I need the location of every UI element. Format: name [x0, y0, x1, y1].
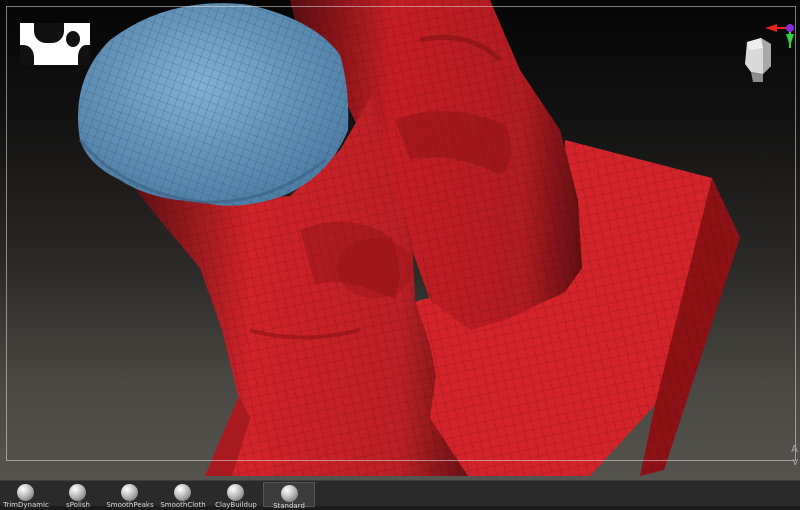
- brush-shelf: TrimDynamic sPolish SmoothPeaks SmoothCl…: [0, 480, 800, 510]
- brush-trimdynamic[interactable]: TrimDynamic: [0, 482, 52, 509]
- brush-label: sPolish: [66, 501, 90, 509]
- brush-label: TrimDynamic: [3, 501, 49, 509]
- brush-sphere-icon: [174, 484, 191, 501]
- viewport-corner-label: A: [791, 444, 798, 455]
- brush-spolish[interactable]: sPolish: [52, 482, 104, 509]
- brush-smoothpeaks[interactable]: SmoothPeaks: [104, 482, 156, 509]
- viewport-corner-label: V: [792, 458, 798, 467]
- brush-smoothcloth[interactable]: SmoothCloth: [157, 482, 209, 509]
- brush-sphere-icon: [17, 484, 34, 501]
- brush-label: SmoothCloth: [160, 501, 206, 509]
- brush-sphere-icon: [121, 484, 138, 501]
- brush-standard[interactable]: Standard: [263, 482, 315, 510]
- app-logo: [20, 23, 90, 65]
- head-orientation-icon: [745, 24, 794, 82]
- brush-sphere-icon: [69, 484, 86, 501]
- navigation-gizmo[interactable]: [733, 20, 799, 86]
- brush-sphere-icon: [227, 484, 244, 501]
- canvas-viewport[interactable]: A V: [0, 0, 800, 480]
- brush-label: ClayBuildup: [215, 501, 257, 509]
- brush-sphere-icon: [281, 485, 298, 502]
- brush-label: Standard: [273, 502, 305, 510]
- viewport-frame: [6, 6, 796, 461]
- brush-label: SmoothPeaks: [106, 501, 154, 509]
- brush-claybuildup[interactable]: ClayBuildup: [210, 482, 262, 509]
